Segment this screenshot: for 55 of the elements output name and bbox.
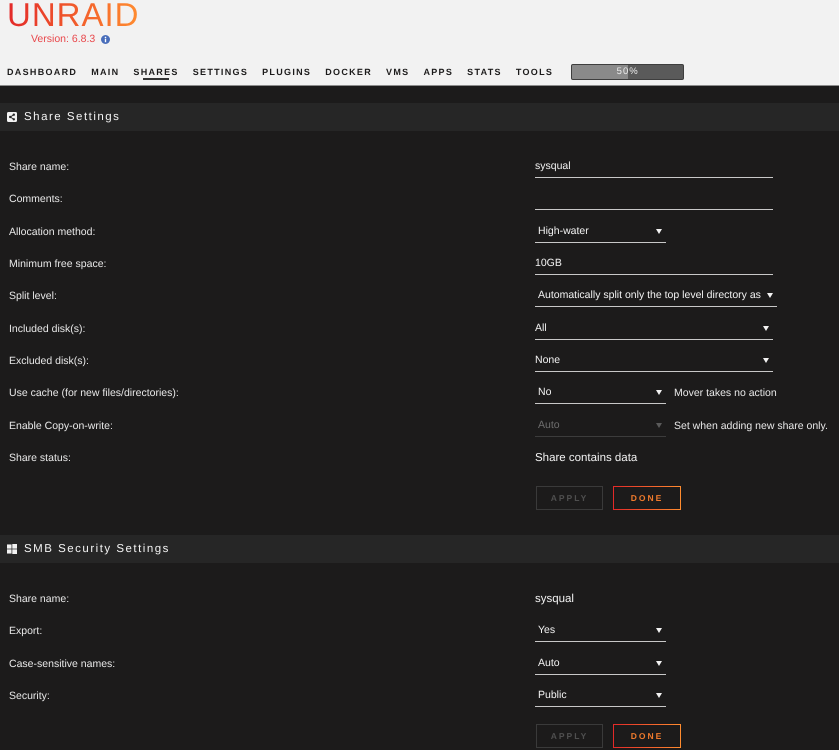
dropdown-field[interactable]: All bbox=[535, 318, 773, 340]
caret-icon bbox=[763, 358, 769, 363]
dropdown-field[interactable]: High-water bbox=[535, 220, 666, 243]
text-field[interactable]: 10GB bbox=[535, 253, 773, 276]
field-label: Excluded disk(s): bbox=[8, 354, 89, 367]
nav-tab[interactable]: DASHBOARD bbox=[7, 61, 78, 83]
hint-text: Mover takes no action bbox=[674, 387, 777, 400]
field-label: Share status: bbox=[8, 452, 71, 464]
caret-icon bbox=[656, 422, 662, 428]
field-label: Security: bbox=[8, 690, 50, 702]
version-text: Version: 6.8.3 bbox=[31, 33, 96, 45]
caret-icon bbox=[656, 228, 662, 234]
field-label: Included disk(s): bbox=[8, 322, 86, 335]
nav-tab[interactable]: MAIN bbox=[91, 61, 120, 83]
done-button[interactable]: DONE bbox=[613, 724, 681, 748]
nav-tab[interactable]: VMS bbox=[386, 61, 410, 83]
field-label: Comments: bbox=[8, 193, 63, 206]
text-field[interactable]: sysqual bbox=[535, 156, 773, 178]
nav-tab[interactable]: APPS bbox=[423, 61, 454, 83]
nav-tab[interactable]: TOOLS bbox=[516, 61, 554, 83]
caret-icon bbox=[656, 660, 662, 666]
field-label: Export: bbox=[8, 625, 42, 638]
dropdown-field[interactable]: No bbox=[535, 382, 666, 404]
field-label: Enable Copy-on-write: bbox=[8, 420, 113, 432]
dropdown-field[interactable]: None bbox=[535, 350, 773, 372]
field-label: Share name: bbox=[8, 161, 70, 174]
caret-icon bbox=[656, 628, 662, 634]
nav-tab[interactable]: PLUGINS bbox=[262, 61, 312, 83]
value-text: Share contains data bbox=[535, 452, 638, 464]
dropdown-field[interactable]: Automatically split only the top level directory as bbox=[535, 285, 777, 308]
caret-icon bbox=[656, 693, 662, 698]
share-icon bbox=[7, 112, 17, 122]
nav-tab[interactable]: STATS bbox=[467, 61, 502, 83]
dropdown-field[interactable]: Yes bbox=[535, 620, 666, 642]
hint-text: Set when adding new share only. bbox=[674, 420, 828, 432]
caret-icon bbox=[766, 293, 773, 298]
value-text: sysqual bbox=[535, 593, 574, 606]
info-icon[interactable] bbox=[101, 34, 110, 44]
nav-tab[interactable]: SETTINGS bbox=[192, 61, 248, 83]
windows-icon bbox=[7, 544, 17, 554]
field-label: Allocation method: bbox=[8, 226, 96, 238]
field-label: Case-sensitive names: bbox=[8, 658, 116, 670]
section-title: SMB Security Settings bbox=[24, 542, 170, 555]
section-title: Share Settings bbox=[24, 111, 120, 123]
done-button[interactable]: DONE bbox=[613, 486, 681, 510]
caret-icon bbox=[763, 326, 769, 331]
dropdown-field[interactable]: Public bbox=[535, 685, 666, 707]
caret-icon bbox=[656, 390, 662, 396]
dropdown-field[interactable]: Auto bbox=[535, 652, 666, 675]
field-label: Minimum free space: bbox=[8, 258, 106, 270]
nav-tab[interactable]: DOCKER bbox=[325, 61, 372, 83]
field-label: Use cache (for new files/directories): bbox=[8, 387, 179, 400]
field-label: Share name: bbox=[8, 593, 70, 606]
progress-label: 50% bbox=[616, 65, 639, 79]
field-label: Split level: bbox=[8, 290, 57, 302]
